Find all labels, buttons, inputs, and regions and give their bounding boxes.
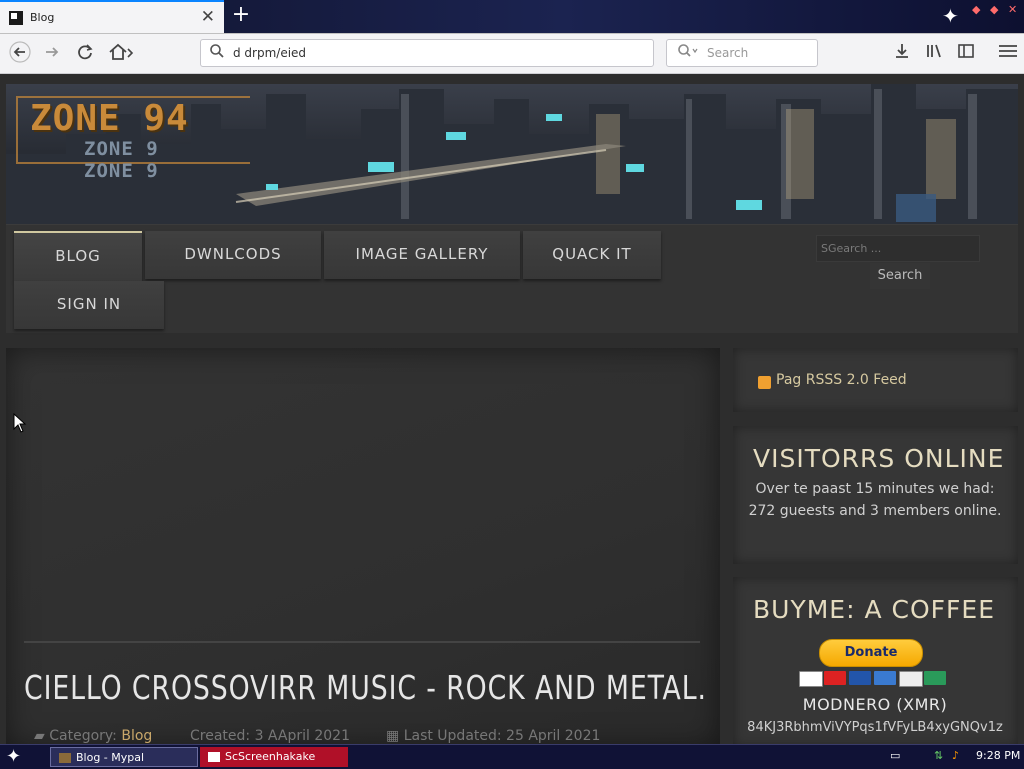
clock[interactable]: 9:28 PM — [976, 749, 1020, 762]
site-logo[interactable]: ZONE 94 — [30, 98, 189, 139]
browser-tab[interactable]: Blog ✕ — [0, 0, 224, 33]
download-icon[interactable] — [890, 41, 914, 65]
browser-search-input[interactable]: Search — [666, 39, 818, 67]
os-taskbar: ✦ Blog - Mypal ScScreenhakake ▭ ⇅ ♪ 9:28… — [0, 744, 1024, 769]
site-logo-sub: ZONE 9 — [84, 138, 159, 160]
visa-icon — [799, 671, 823, 687]
divider — [24, 641, 700, 643]
updated-date: Last Updated: 25 April 2021 — [403, 728, 601, 744]
star-icon[interactable]: ✦ — [942, 4, 959, 28]
category-meta: ▰ Category: Blog — [34, 728, 152, 744]
search-icon — [677, 43, 699, 63]
category-label: Category: — [49, 728, 117, 744]
close-tab-icon[interactable]: ✕ — [201, 7, 215, 27]
start-menu-icon[interactable]: ✦ — [6, 746, 21, 767]
site-logo-sub-2: ZONE 9 — [84, 160, 159, 182]
site-banner: ZONE 94 ZONE 9 ZONE 9 — [6, 84, 1018, 224]
discover-icon — [899, 671, 923, 687]
category-link[interactable]: Blog — [121, 728, 152, 744]
browser-app-icon — [59, 753, 71, 763]
rss-icon — [758, 376, 771, 389]
url-bar[interactable]: d drpm/eied — [200, 39, 654, 67]
reload-icon[interactable] — [73, 41, 97, 65]
taskbar-item-screenshot[interactable]: ScScreenhakake — [200, 747, 348, 767]
visitors-text: Over te paast 15 minutes we had: 272 gue… — [748, 481, 1002, 519]
bank-card-icon — [924, 671, 946, 685]
sidebar-toggle-icon[interactable] — [954, 41, 978, 65]
url-text: d drpm/eied — [233, 46, 307, 60]
site-search-input[interactable]: SGearch ... — [816, 235, 980, 262]
folder-icon: ▰ — [34, 728, 45, 744]
browser-tab-bar: Blog ✕ + ✦ ◆ ◆ ✕ — [0, 0, 1024, 34]
new-tab-icon[interactable]: + — [230, 2, 252, 28]
rss-widget: Pag RSSS 2.0 Feed — [733, 348, 1018, 412]
created-date: Created: 3 AApril 2021 — [190, 728, 350, 744]
nav-blog[interactable]: BLOG — [14, 231, 142, 281]
volume-icon[interactable]: ♪ — [952, 749, 959, 762]
taskbar-label: Blog - Mypal — [76, 751, 145, 764]
maximize-icon[interactable]: ◆ — [990, 3, 998, 16]
amex-icon — [874, 671, 896, 685]
mastercard-icon — [824, 671, 846, 685]
forward-icon[interactable] — [40, 41, 64, 65]
visitors-widget: VISITORRS ONLINE Over te paast 15 minute… — [733, 426, 1018, 564]
calendar-icon: ▦ — [386, 728, 400, 744]
nav-downloads[interactable]: DWNLCODS — [145, 231, 321, 279]
payment-cards — [799, 671, 949, 687]
monero-label: MODNERO (XMR) — [802, 695, 948, 714]
taskbar-label: ScScreenhakake — [225, 750, 316, 763]
web-page: ZONE 94 ZONE 9 ZONE 9 BLOG DWNLCODS IMAG… — [0, 74, 1024, 744]
site-favicon-icon — [9, 11, 23, 25]
home-icon[interactable] — [107, 41, 137, 65]
nav-quack-it[interactable]: QUACK IT — [523, 231, 661, 279]
menu-icon[interactable] — [996, 41, 1020, 65]
updated-meta: ▦ Last Updated: 25 April 2021 — [386, 728, 600, 744]
network-icon[interactable]: ⇅ — [934, 749, 943, 762]
mouse-cursor-icon — [13, 413, 27, 433]
search-icon — [209, 43, 225, 63]
minimize-icon[interactable]: ◆ — [972, 3, 980, 16]
monero-address[interactable]: 84KJ3RbhmViVYPqs1fVFyLB4xyGNQv1z — [737, 720, 1013, 735]
nav-sign-in[interactable]: SIGN IN — [14, 281, 164, 329]
donate-button[interactable]: Donate — [819, 639, 923, 667]
tab-title: Blog — [30, 11, 55, 24]
visitors-title: VISITORRS ONLINE — [753, 444, 1005, 473]
site-search-button[interactable]: Search — [870, 263, 930, 289]
site-navigation: BLOG DWNLCODS IMAGE GALLERY QUACK IT SIG… — [6, 224, 1018, 333]
keyboard-icon[interactable]: ▭ — [890, 749, 900, 762]
article-title[interactable]: CIELLO CROSSOVIRR MUSIC - ROCK AND METAL… — [24, 668, 707, 707]
created-meta: Created: 3 AApril 2021 — [190, 728, 350, 744]
rss-feed-link[interactable]: Pag RSSS 2.0 Feed — [776, 372, 907, 388]
library-icon[interactable] — [922, 41, 946, 65]
screenshot-app-icon — [208, 752, 220, 762]
nav-image-gallery[interactable]: IMAGE GALLERY — [324, 231, 520, 279]
browser-search-placeholder: Search — [707, 46, 749, 60]
close-window-icon[interactable]: ✕ — [1008, 3, 1017, 16]
article-area: CIELLO CROSSOVIRR MUSIC - ROCK AND METAL… — [6, 348, 720, 744]
browser-toolbar: d drpm/eied Search — [0, 34, 1024, 74]
maestro-icon — [849, 671, 871, 685]
coffee-widget: BUYME: A COFFEE Donate MODNERO (XMR) 84K… — [733, 577, 1018, 744]
taskbar-item-browser[interactable]: Blog - Mypal — [50, 747, 198, 767]
back-icon[interactable] — [8, 41, 32, 65]
coffee-title: BUYME: A COFFEE — [753, 595, 995, 624]
